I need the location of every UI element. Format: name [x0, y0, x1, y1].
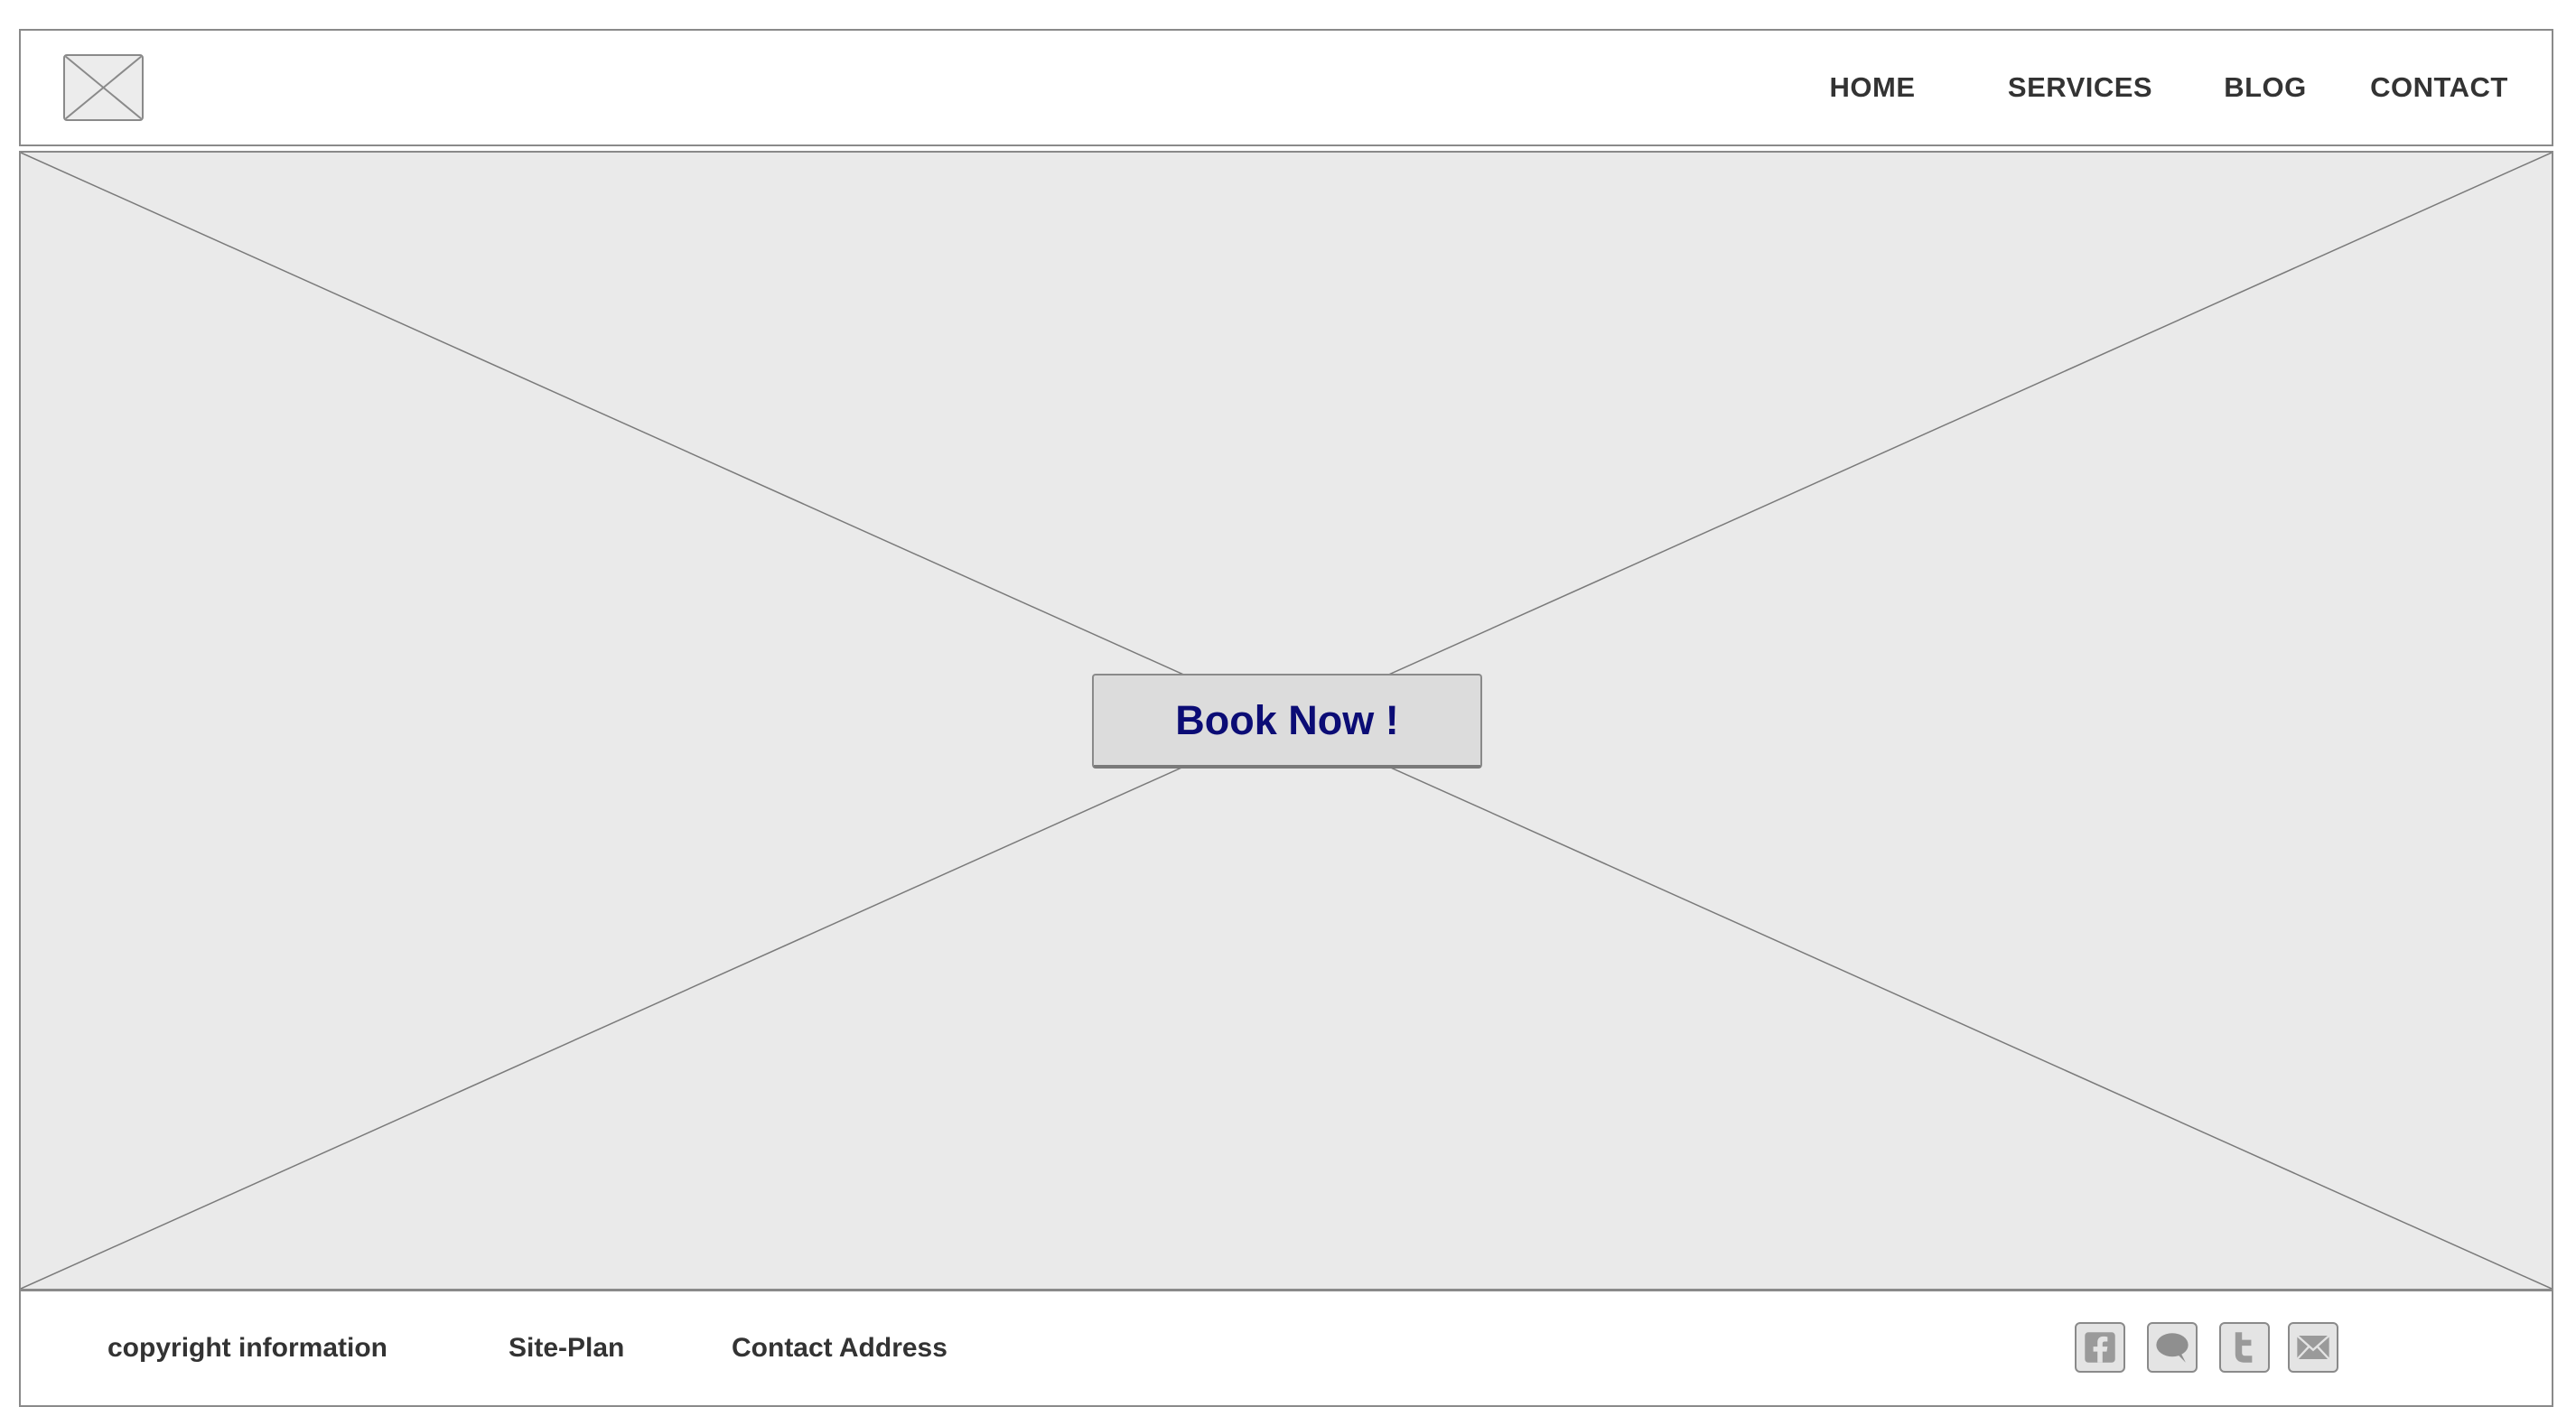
contact-address-link[interactable]: Contact Address — [732, 1291, 947, 1405]
book-now-button[interactable]: Book Now ! — [1092, 674, 1482, 769]
logo-image-placeholder-icon[interactable] — [63, 54, 144, 121]
chat-icon[interactable] — [2147, 1322, 2198, 1373]
twitter-icon[interactable] — [2219, 1322, 2270, 1373]
site-footer: copyright information Site-Plan Contact … — [19, 1290, 2553, 1407]
nav-contact-link[interactable]: CONTACT — [2360, 31, 2518, 144]
nav-blog-link[interactable]: BLOG — [2202, 31, 2329, 144]
email-icon[interactable] — [2288, 1322, 2338, 1373]
copyright-text: copyright information — [107, 1333, 387, 1363]
nav-home-link[interactable]: HOME — [1805, 31, 1940, 144]
facebook-icon[interactable] — [2075, 1322, 2125, 1373]
siteplan-link[interactable]: Site-Plan — [509, 1291, 624, 1405]
site-header: HOME SERVICES BLOG CONTACT — [19, 29, 2553, 146]
nav-services-link[interactable]: SERVICES — [1985, 31, 2175, 144]
